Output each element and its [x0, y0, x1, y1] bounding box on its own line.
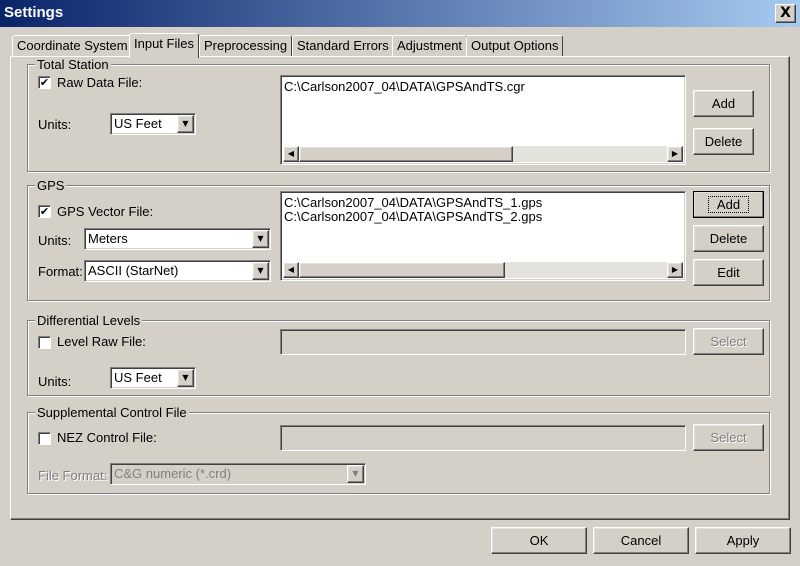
- gps-delete-button[interactable]: Delete: [693, 225, 764, 252]
- arrow-glyph: ▼: [257, 234, 264, 243]
- window-title: Settings: [4, 4, 64, 21]
- tab-label: Adjustment: [397, 38, 463, 53]
- gps-format-select[interactable]: ASCII (StarNet) ▼: [84, 260, 271, 282]
- nez-select-button[interactable]: Select: [693, 424, 764, 451]
- chevron-down-icon[interactable]: ▼: [177, 115, 194, 133]
- file-format-value: C&G numeric (*.crd): [114, 466, 232, 481]
- close-button[interactable]: X: [775, 4, 796, 23]
- nez-control-file-checkbox[interactable]: [38, 432, 51, 445]
- tab-input-files[interactable]: Input Files: [129, 33, 199, 58]
- tab-output-options[interactable]: Output Options: [466, 35, 564, 56]
- file-format-label: File Format:: [38, 468, 108, 483]
- tab-standard-errors[interactable]: Standard Errors: [292, 35, 394, 56]
- nez-control-file-label: NEZ Control File:: [57, 430, 157, 445]
- ts-delete-button[interactable]: Delete: [693, 128, 754, 155]
- button-label: Apply: [726, 533, 760, 548]
- check-icon: ✔: [39, 205, 50, 218]
- ok-button[interactable]: OK: [491, 527, 587, 554]
- scroll-thumb[interactable]: [299, 262, 505, 278]
- gps-add-button[interactable]: Add: [693, 191, 764, 218]
- levels-units-value: US Feet: [114, 370, 162, 385]
- supplemental-control-legend: Supplemental Control File: [35, 405, 189, 420]
- gps-horizontal-scrollbar[interactable]: ◀ ▶: [283, 262, 683, 278]
- gps-format-label: Format:: [38, 264, 83, 279]
- chevron-down-icon[interactable]: ▼: [252, 230, 269, 248]
- gps-format-value: ASCII (StarNet): [88, 263, 179, 278]
- arrow-glyph: ▼: [257, 266, 264, 275]
- button-label: Cancel: [620, 533, 662, 548]
- tab-label: Preprocessing: [204, 38, 288, 53]
- chevron-down-icon[interactable]: ▼: [347, 465, 364, 483]
- nez-control-file-input[interactable]: [280, 425, 686, 451]
- title-bar[interactable]: Settings X: [0, 0, 800, 27]
- differential-levels-legend: Differential Levels: [35, 313, 143, 328]
- list-item[interactable]: C:\Carlson2007_04\DATA\GPSAndTS_1.gps: [284, 195, 542, 210]
- raw-data-file-checkbox[interactable]: ✔: [38, 76, 51, 89]
- level-raw-file-checkbox[interactable]: [38, 336, 51, 349]
- raw-data-file-label: Raw Data File:: [57, 75, 143, 90]
- button-label: Select: [710, 430, 747, 445]
- level-select-button[interactable]: Select: [693, 328, 764, 355]
- tab-label: Standard Errors: [297, 38, 389, 53]
- ts-units-label: Units:: [38, 117, 72, 132]
- levels-units-select[interactable]: US Feet ▼: [110, 367, 196, 389]
- tab-label: Input Files: [134, 36, 194, 51]
- ts-units-value: US Feet: [114, 116, 162, 131]
- gps-units-label: Units:: [38, 233, 72, 248]
- tab-coordinate-system[interactable]: Coordinate System: [12, 35, 133, 56]
- gps-edit-button[interactable]: Edit: [693, 259, 764, 286]
- arrow-glyph: ▶: [671, 149, 679, 158]
- button-label: Delete: [709, 231, 748, 246]
- tab-preprocessing[interactable]: Preprocessing: [199, 35, 293, 56]
- gps-legend: GPS: [35, 178, 67, 193]
- scroll-right-icon[interactable]: ▶: [667, 146, 683, 162]
- tab-label: Coordinate System: [17, 38, 128, 53]
- level-raw-file-input[interactable]: [280, 329, 686, 355]
- tab-adjustment[interactable]: Adjustment: [392, 35, 468, 56]
- file-format-select[interactable]: C&G numeric (*.crd) ▼: [110, 463, 366, 485]
- ts-file-list[interactable]: C:\Carlson2007_04\DATA\GPSAndTS.cgr ◀ ▶: [280, 75, 686, 165]
- chevron-down-icon[interactable]: ▼: [177, 369, 194, 387]
- arrow-glyph: ▶: [671, 265, 679, 274]
- scroll-left-icon[interactable]: ◀: [283, 262, 299, 278]
- gps-file-list[interactable]: C:\Carlson2007_04\DATA\GPSAndTS_1.gps C:…: [280, 191, 686, 281]
- scroll-right-icon[interactable]: ▶: [667, 262, 683, 278]
- list-item[interactable]: C:\Carlson2007_04\DATA\GPSAndTS_2.gps: [284, 209, 542, 224]
- arrow-glyph: ▼: [352, 469, 359, 478]
- button-label: Add: [707, 196, 750, 213]
- ts-units-select[interactable]: US Feet ▼: [110, 113, 196, 135]
- gps-vector-file-label: GPS Vector File:: [57, 204, 154, 219]
- tab-label: Output Options: [471, 38, 559, 53]
- level-raw-file-label: Level Raw File:: [57, 334, 146, 349]
- gps-units-select[interactable]: Meters ▼: [84, 228, 271, 250]
- gps-units-value: Meters: [88, 231, 128, 246]
- button-label: Delete: [704, 134, 743, 149]
- arrow-glyph: ▼: [182, 373, 189, 382]
- ts-add-button[interactable]: Add: [693, 90, 754, 117]
- cancel-button[interactable]: Cancel: [593, 527, 689, 554]
- button-label: Select: [710, 334, 747, 349]
- arrow-glyph: ◀: [287, 265, 295, 274]
- chevron-down-icon[interactable]: ▼: [252, 262, 269, 280]
- arrow-glyph: ◀: [287, 149, 295, 158]
- scroll-thumb[interactable]: [299, 146, 513, 162]
- scroll-left-icon[interactable]: ◀: [283, 146, 299, 162]
- levels-units-label: Units:: [38, 374, 72, 389]
- button-label: Add: [711, 96, 736, 111]
- check-icon: ✔: [39, 76, 50, 89]
- total-station-legend: Total Station: [35, 57, 111, 72]
- button-label: Edit: [717, 265, 740, 280]
- button-label: OK: [529, 533, 549, 548]
- ts-horizontal-scrollbar[interactable]: ◀ ▶: [283, 146, 683, 162]
- arrow-glyph: ▼: [182, 119, 189, 128]
- gps-vector-file-checkbox[interactable]: ✔: [38, 205, 51, 218]
- list-item[interactable]: C:\Carlson2007_04\DATA\GPSAndTS.cgr: [284, 79, 525, 94]
- apply-button[interactable]: Apply: [695, 527, 791, 554]
- close-icon: X: [780, 5, 791, 21]
